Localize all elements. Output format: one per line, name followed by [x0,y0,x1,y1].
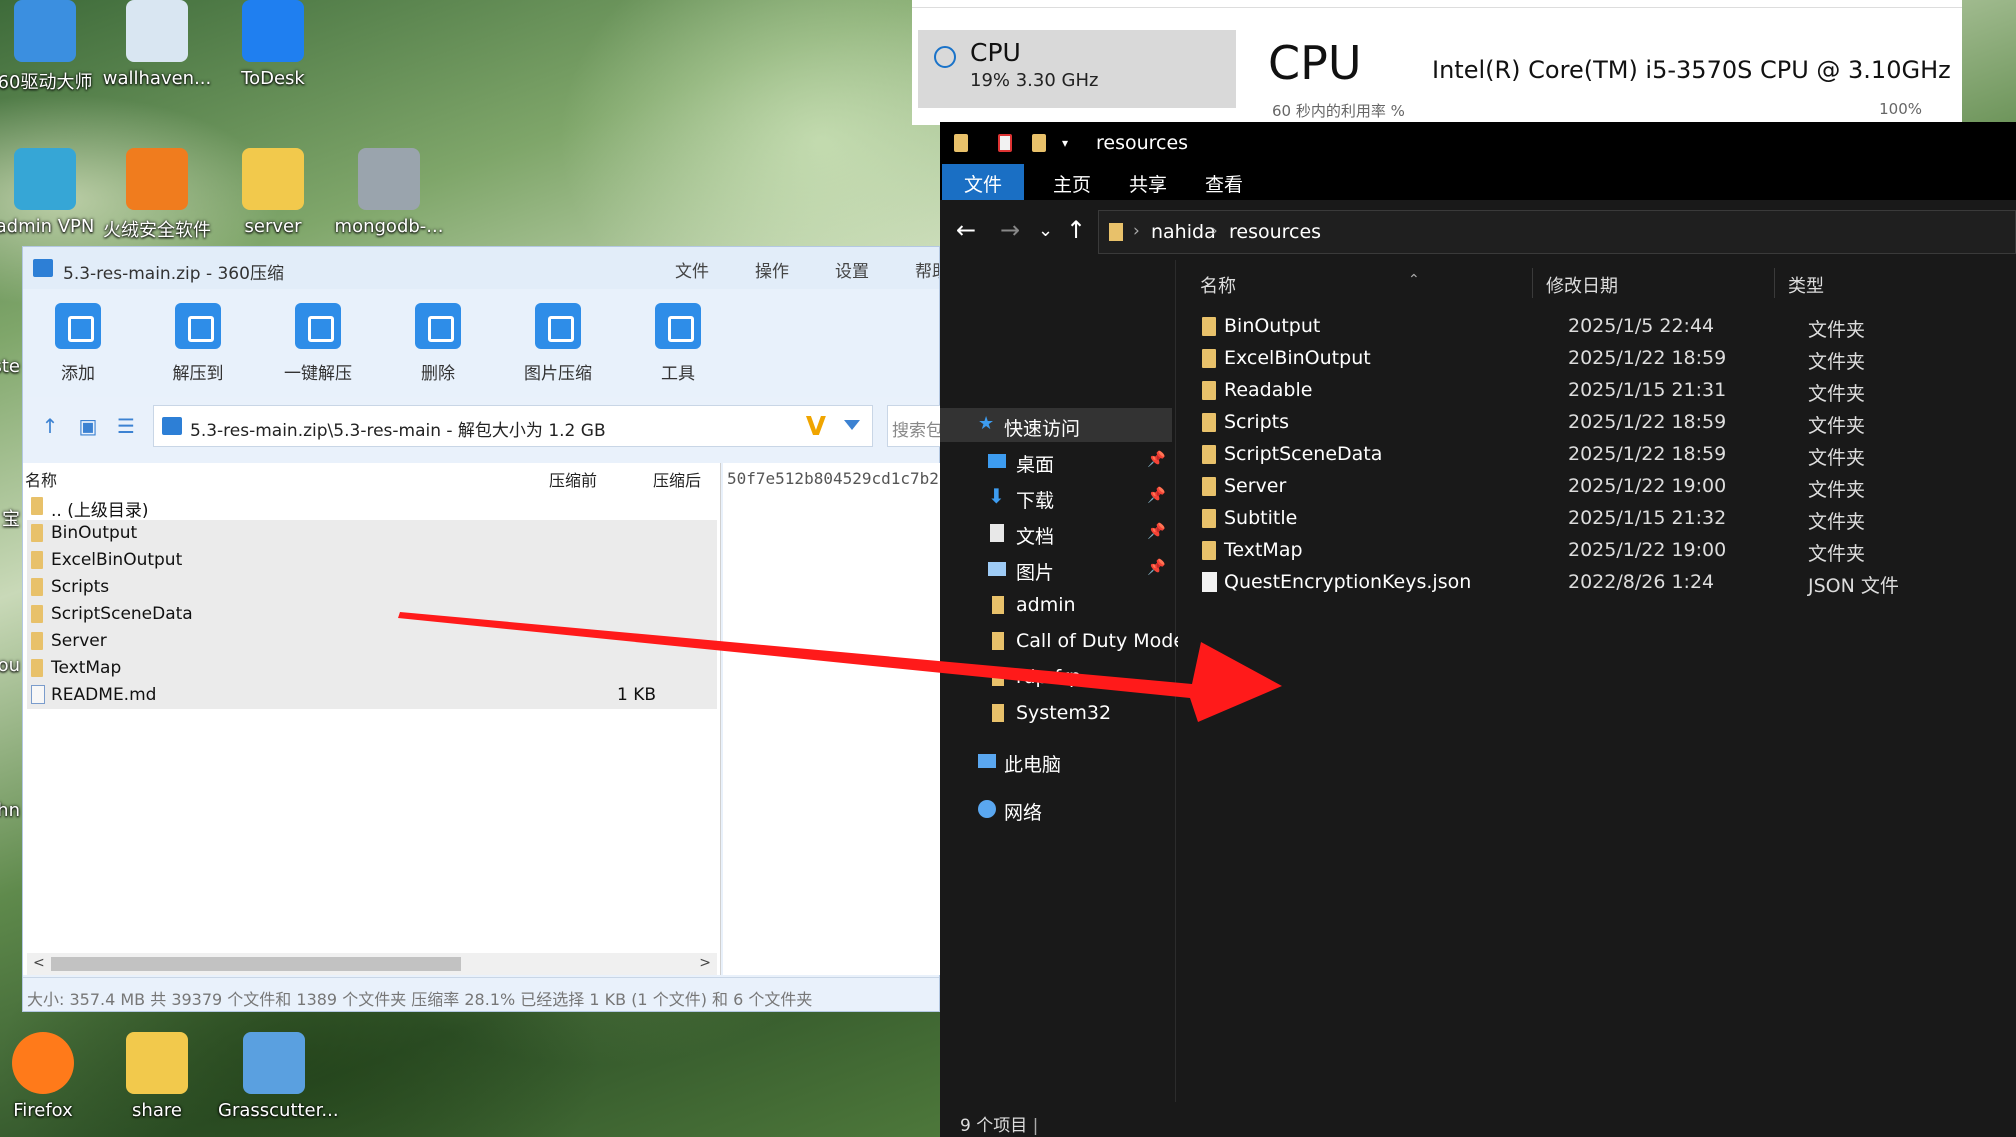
arrow-shape [398,612,1282,722]
annotation-arrow [398,612,1282,722]
